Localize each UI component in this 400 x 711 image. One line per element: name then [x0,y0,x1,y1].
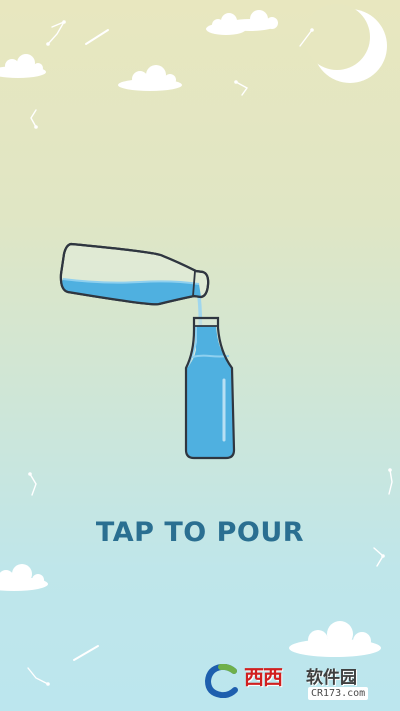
watermark: 西西 软件园 CR173.com [198,662,382,702]
c-logo-icon [204,664,238,698]
pouring-bottle [59,242,210,306]
watermark-site-name: 软件园 [306,668,357,688]
watermark-url: CR173.com [308,687,369,700]
bottles-layer [59,242,236,460]
tap-to-pour-label[interactable]: TAP TO POUR [0,515,400,551]
game-scene[interactable]: TAP TO POUR 西西 软件园 CR173.com [0,0,400,711]
target-bottle [184,316,236,460]
watermark-brand: 西西 [244,665,283,689]
